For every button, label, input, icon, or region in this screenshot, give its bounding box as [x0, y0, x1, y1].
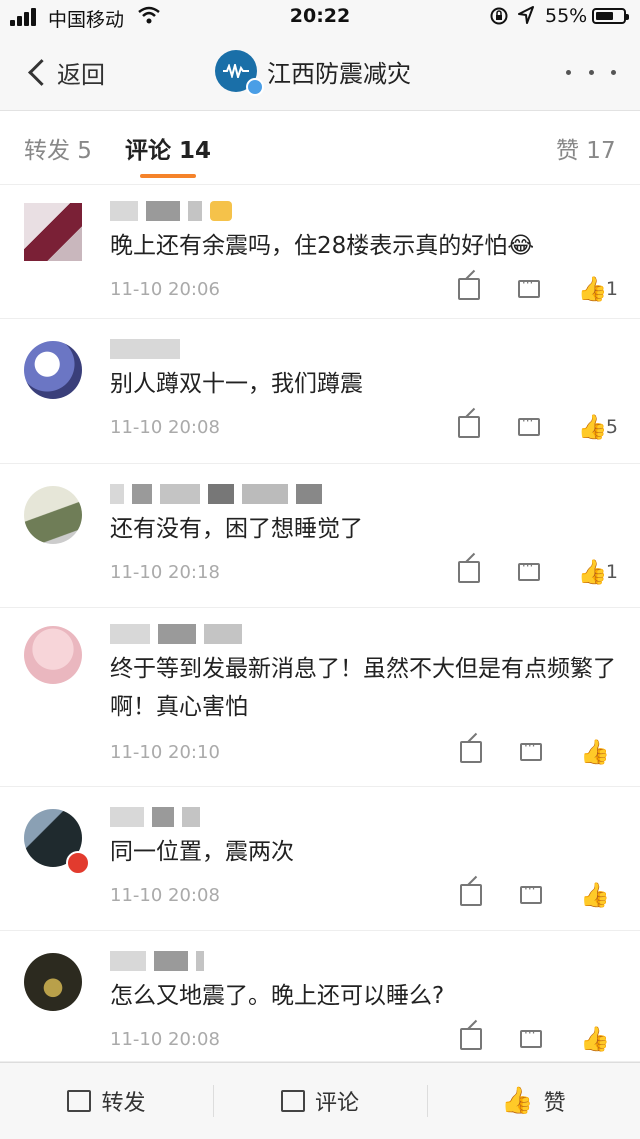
tab-comments[interactable]: 评论 14 [125, 131, 211, 165]
tabs-bar: 转发 5 评论 14 赞 17 [0, 111, 640, 185]
like-thumb-icon[interactable]: 👍 [580, 883, 610, 907]
like-thumb-icon[interactable]: 👍 [580, 1027, 610, 1051]
comment-time: 11-10 20:10 [110, 742, 220, 763]
battery-icon [592, 8, 629, 24]
page-title: 江西防震减灾 [267, 59, 411, 88]
comment-text: 晚上还有余震吗，住28楼表示真的好怕😂 [110, 233, 535, 259]
comment-icon[interactable] [517, 276, 540, 298]
comment-text: 终于等到发最新消息了！虽然不大但是有点频繁了啊！真心害怕 [110, 656, 616, 720]
username-blurred[interactable] [110, 807, 208, 827]
like-label: 赞 [543, 1091, 566, 1116]
clock-time: 20:22 [289, 5, 351, 27]
verified-badge-icon [246, 78, 264, 96]
comment-time: 11-10 20:08 [110, 417, 220, 438]
like-thumb-icon[interactable]: 👍 [578, 277, 608, 301]
nav-bar: 返回 江西防震减灾 [0, 34, 640, 111]
username-blurred[interactable] [110, 339, 188, 359]
repost-icon[interactable] [457, 416, 480, 438]
comment-actions: 👍1 [420, 276, 618, 301]
repost-icon[interactable] [457, 561, 480, 583]
comment-time: 11-10 20:06 [110, 279, 220, 300]
bottom-action-bar: 转发 评论 👍 赞 [0, 1062, 640, 1139]
username-blurred[interactable] [110, 951, 212, 971]
username-blurred[interactable] [110, 484, 330, 504]
more-options-button[interactable] [566, 60, 616, 84]
comment-icon[interactable] [520, 1026, 542, 1048]
tab-reposts[interactable]: 转发 5 [24, 131, 92, 165]
repost-label: 转发 [101, 1091, 146, 1116]
repost-button[interactable]: 转发 [0, 1063, 213, 1139]
comment-icon[interactable] [517, 559, 540, 581]
avatar[interactable] [24, 626, 82, 684]
avatar[interactable] [24, 203, 82, 261]
username-blurred[interactable] [110, 624, 250, 644]
like-thumb-icon[interactable]: 👍 [580, 740, 610, 764]
like-thumb-icon[interactable]: 👍 [578, 415, 608, 439]
username-blurred[interactable] [110, 201, 232, 221]
comment-text: 别人蹲双十一，我们蹲震 [110, 371, 363, 397]
location-arrow-icon [518, 6, 534, 29]
comment-icon[interactable] [520, 739, 542, 761]
status-bar: 中国移动 20:22 55% [0, 0, 640, 34]
avatar[interactable] [24, 486, 82, 544]
comment-item: 晚上还有余震吗，住28楼表示真的好怕😂 11-10 20:06 👍1 [0, 185, 640, 319]
comment-item: 终于等到发最新消息了！虽然不大但是有点频繁了啊！真心害怕 11-10 20:10 👍 [0, 608, 640, 787]
repost-icon[interactable] [460, 884, 482, 906]
crown-badge-icon [210, 201, 232, 221]
chevron-left-icon [28, 58, 55, 86]
like-thumb-icon[interactable]: 👍 [578, 560, 608, 584]
comment-item: 别人蹲双十一，我们蹲震 11-10 20:08 👍5 [0, 319, 640, 464]
comment-icon[interactable] [520, 882, 542, 904]
avatar[interactable] [24, 341, 82, 399]
back-button[interactable]: 返回 [22, 52, 105, 92]
comment-time: 11-10 20:08 [110, 885, 220, 906]
like-button[interactable]: 👍 赞 [427, 1063, 640, 1139]
comment-actions: 👍 [422, 1026, 618, 1051]
comment-button[interactable]: 评论 [213, 1063, 427, 1139]
like-thumb-icon: 👍 [501, 1086, 534, 1116]
battery-percent: 55% [545, 5, 588, 27]
comment-item: 同一位置，震两次 11-10 20:08 👍 [0, 787, 640, 931]
vip-badge-icon [66, 851, 90, 875]
rotation-lock-icon [490, 7, 508, 25]
comment-text: 还有没有，困了想睡觉了 [110, 516, 363, 542]
comment-actions: 👍 [422, 739, 618, 764]
back-label: 返回 [57, 60, 105, 89]
tab-likes[interactable]: 赞 17 [556, 131, 616, 165]
comment-actions: 👍 [422, 882, 618, 907]
comment-actions: 👍1 [420, 559, 618, 584]
comment-actions: 👍5 [420, 414, 618, 439]
comment-label: 评论 [314, 1091, 359, 1116]
comment-icon[interactable] [517, 414, 540, 436]
comment-time: 11-10 20:18 [110, 562, 220, 583]
comment-icon [280, 1090, 305, 1112]
avatar[interactable] [24, 953, 82, 1011]
repost-icon[interactable] [457, 278, 480, 300]
comment-item: 怎么又地震了。晚上还可以睡么? 11-10 20:08 👍 [0, 931, 640, 1062]
comment-item: 还有没有，困了想睡觉了 11-10 20:18 👍1 [0, 464, 640, 608]
active-tab-indicator [140, 174, 196, 178]
comment-time: 11-10 20:08 [110, 1029, 220, 1050]
repost-icon[interactable] [460, 1028, 482, 1050]
account-title[interactable]: 江西防震减灾 [215, 50, 411, 92]
repost-icon [67, 1090, 92, 1112]
comment-text: 同一位置，震两次 [110, 839, 294, 865]
comment-text: 怎么又地震了。晚上还可以睡么? [110, 983, 445, 1009]
repost-icon[interactable] [460, 741, 482, 763]
